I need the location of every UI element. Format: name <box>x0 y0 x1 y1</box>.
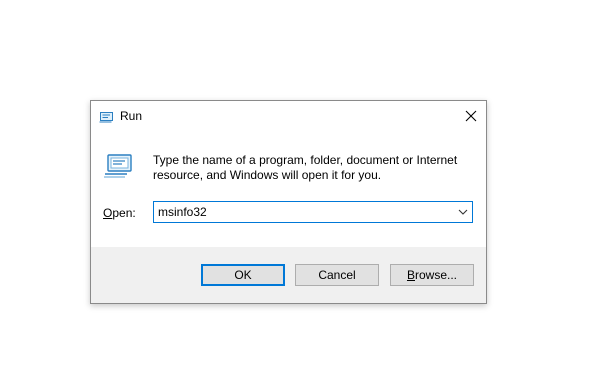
run-dialog: Run Type the name of a program, folder, … <box>90 100 487 304</box>
title-bar[interactable]: Run <box>91 101 486 131</box>
open-combobox[interactable] <box>153 201 473 223</box>
open-label-rest: pen: <box>112 206 136 220</box>
browse-label-rest: rowse... <box>415 268 458 282</box>
open-input[interactable] <box>154 202 450 222</box>
open-label: Open: <box>103 206 136 220</box>
window-title: Run <box>120 109 143 123</box>
button-bar: OK Cancel Browse... <box>91 247 486 303</box>
description-text: Type the name of a program, folder, docu… <box>153 153 458 182</box>
browse-button[interactable]: Browse... <box>390 264 474 286</box>
dropdown-button[interactable] <box>454 202 472 222</box>
chevron-down-icon <box>458 209 468 215</box>
open-label-mnemonic: O <box>103 206 113 220</box>
browse-mnemonic: B <box>406 268 415 282</box>
dialog-body: Type the name of a program, folder, docu… <box>91 131 486 247</box>
close-button[interactable] <box>456 101 486 131</box>
run-icon <box>99 110 114 123</box>
close-icon <box>465 110 477 122</box>
run-program-icon <box>103 153 135 179</box>
cancel-button[interactable]: Cancel <box>295 264 379 286</box>
ok-button[interactable]: OK <box>201 264 285 286</box>
